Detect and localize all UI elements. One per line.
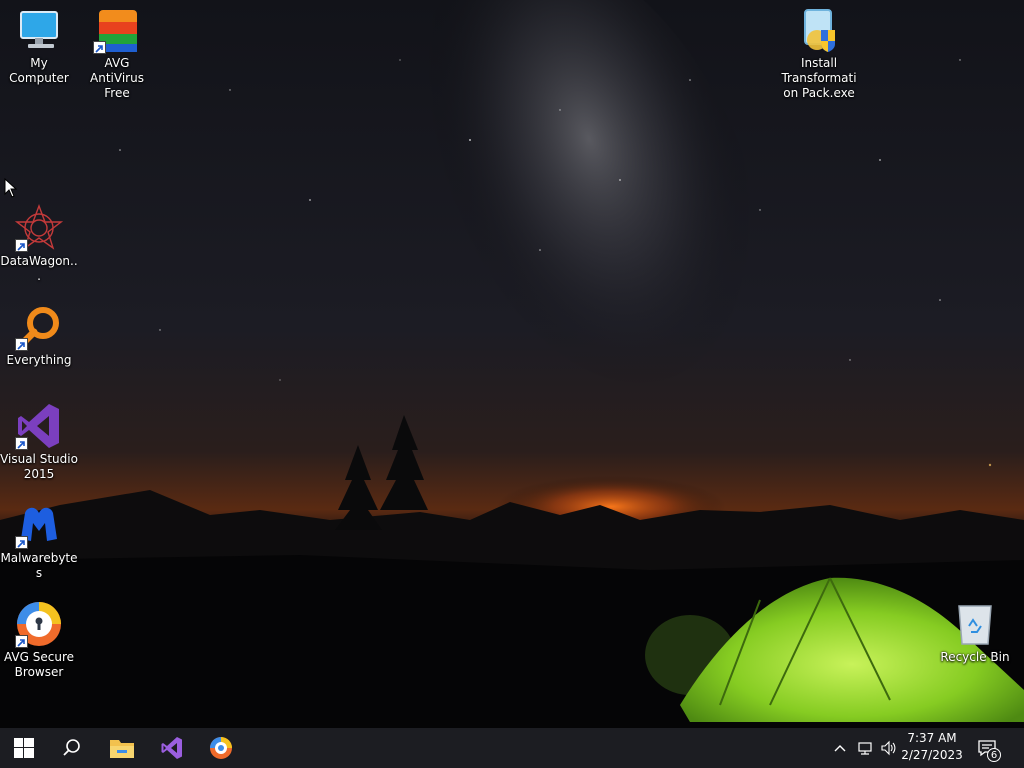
desktop-icon-label: AVG Secure Browser [3,650,75,679]
visual-studio-taskbar-button[interactable] [148,728,196,768]
mouse-cursor-icon [4,178,18,198]
datawagon-shortcut[interactable]: DataWagon... [0,204,78,284]
search-icon [63,739,80,756]
desktop-icon-label: Recycle Bin [940,650,1010,664]
install-transformation-pack-icon[interactable]: Install Transformation Pack.exe [780,6,858,101]
shortcut-arrow-icon [15,239,28,252]
volume-icon[interactable] [880,740,896,756]
desktop-icon-label: DataWagon... [0,254,78,283]
action-center-button[interactable]: 6 [972,728,1002,768]
show-hidden-icons-chevron-icon[interactable] [832,740,848,756]
visual-studio-shortcut[interactable]: Visual Studio 2015 [0,402,78,482]
malwarebytes-icon [15,501,63,549]
installer-icon [795,6,843,54]
my-computer-icon[interactable]: My Computer [0,6,78,86]
everything-shortcut[interactable]: Everything [0,303,78,368]
file-explorer-icon [110,740,134,758]
visual-studio-icon [161,737,182,759]
avg-secure-browser-icon [210,737,232,759]
desktop-icon-label: Malwarebytes [0,551,78,580]
start-button[interactable] [0,728,48,768]
search-button[interactable] [48,728,96,768]
shortcut-arrow-icon [15,635,28,648]
desktop-icon-label: Visual Studio 2015 [0,452,78,481]
avg-secure-browser-taskbar-button[interactable] [197,728,245,768]
desktop-icon-label: Everything [6,353,72,367]
clock-time: 7:37 AM [907,731,957,745]
malwarebytes-shortcut[interactable]: Malwarebytes [0,501,78,581]
avg-antivirus-shortcut[interactable]: AVG AntiVirus Free [78,6,156,101]
desktop-icon-label: AVG AntiVirus Free [90,56,144,100]
trash-bin-icon [951,600,999,648]
shortcut-arrow-icon [15,338,28,351]
desktop-wallpaper [0,0,1024,728]
datawagon-icon [14,204,64,252]
computer-icon [15,6,63,54]
magnifier-icon [15,303,63,351]
desktop-icon-label: My Computer [9,56,69,85]
clock-date: 2/27/2023 [901,748,963,762]
desktop-icon-label: Install Transformation Pack.exe [781,56,857,100]
avg-antivirus-icon [93,6,141,54]
avg-secure-browser-shortcut[interactable]: AVG Secure Browser [0,600,78,680]
shortcut-arrow-icon [93,41,106,54]
taskbar: 7:37 AM 2/27/2023 6 [0,728,1024,768]
windows-start-icon [14,738,34,758]
visual-studio-icon [15,402,63,450]
recycle-bin-icon[interactable]: Recycle Bin [936,600,1014,665]
network-icon[interactable] [857,740,873,756]
taskbar-clock[interactable]: 7:37 AM 2/27/2023 [896,730,968,764]
shortcut-arrow-icon [15,437,28,450]
file-explorer-button[interactable] [98,728,146,768]
avg-secure-browser-icon [15,600,63,648]
shortcut-arrow-icon [15,536,28,549]
notification-count-badge: 6 [987,748,1001,762]
